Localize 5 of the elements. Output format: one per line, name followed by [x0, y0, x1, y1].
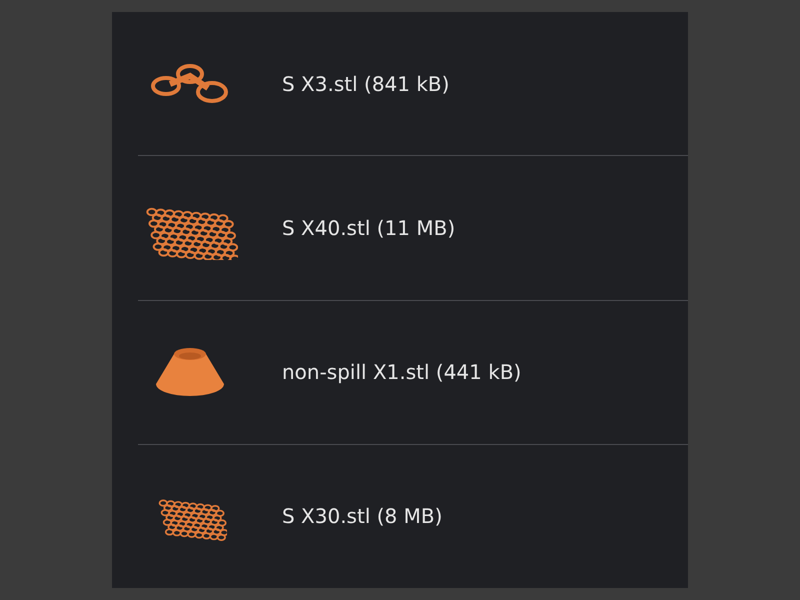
- file-name[interactable]: S X40.stl (11 MB): [282, 216, 456, 240]
- rings-model-icon: [150, 62, 230, 106]
- file-name[interactable]: S X3.stl (841 kB): [282, 72, 450, 96]
- file-name[interactable]: non-spill X1.stl (441 kB): [282, 360, 522, 384]
- file-name[interactable]: S X30.stl (8 MB): [282, 504, 442, 528]
